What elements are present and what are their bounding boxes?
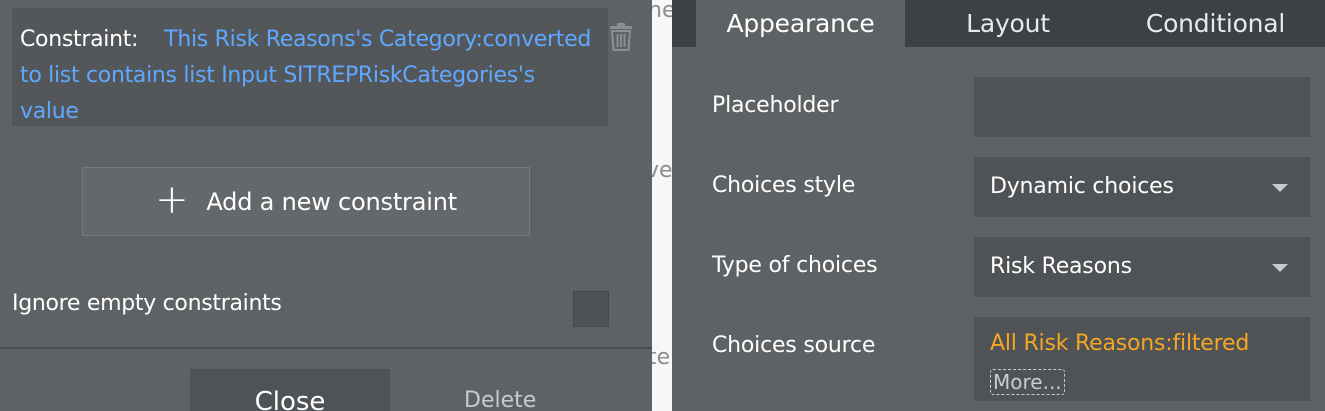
tab-layout[interactable]: Layout: [920, 0, 1096, 47]
property-tabs: Appearance Layout Conditional: [672, 0, 1325, 47]
choices-style-label: Choices style: [712, 173, 856, 198]
more-link[interactable]: More...: [990, 369, 1065, 395]
filter-constraint-popup: Constraint: This Risk Reasons's Category:…: [0, 0, 652, 411]
choices-source-field[interactable]: All Risk Reasons:filtered More...: [974, 317, 1310, 401]
trash-icon[interactable]: [608, 22, 634, 52]
canvas-fragment: ne: [652, 0, 672, 23]
choices-style-value: Dynamic choices: [990, 174, 1174, 199]
canvas-background: ne ve te: [652, 0, 672, 411]
placeholder-label: Placeholder: [712, 93, 839, 118]
add-constraint-label: Add a new constraint: [206, 187, 457, 216]
chevron-down-icon: [1272, 264, 1288, 272]
tab-conditional[interactable]: Conditional: [1118, 0, 1313, 47]
type-of-choices-label: Type of choices: [712, 253, 878, 278]
canvas-fragment: ve: [652, 158, 672, 183]
add-constraint-button[interactable]: + Add a new constraint: [82, 167, 530, 236]
plus-icon: +: [155, 176, 189, 223]
ignore-empty-checkbox[interactable]: [573, 291, 609, 327]
choices-style-dropdown[interactable]: Dynamic choices: [974, 157, 1310, 217]
chevron-down-icon: [1272, 184, 1288, 192]
placeholder-input[interactable]: [974, 77, 1310, 137]
canvas-fragment: te: [652, 345, 671, 370]
ignore-empty-label: Ignore empty constraints: [12, 291, 282, 316]
delete-button[interactable]: Delete: [464, 388, 536, 411]
footer-divider: [0, 347, 652, 349]
constraint-label: Constraint:: [20, 27, 139, 52]
tab-appearance[interactable]: Appearance: [696, 0, 905, 47]
choices-source-expression[interactable]: All Risk Reasons:filtered: [990, 331, 1249, 356]
close-button[interactable]: Close: [190, 369, 390, 411]
constraint-row[interactable]: Constraint: This Risk Reasons's Category:…: [12, 8, 608, 126]
constraint-text: Constraint: This Risk Reasons's Category:…: [20, 22, 600, 130]
type-of-choices-dropdown[interactable]: Risk Reasons: [974, 237, 1310, 297]
type-of-choices-value: Risk Reasons: [990, 254, 1132, 279]
choices-source-label: Choices source: [712, 333, 876, 358]
property-editor: Appearance Layout Conditional Placeholde…: [672, 0, 1325, 411]
close-label: Close: [254, 387, 326, 411]
